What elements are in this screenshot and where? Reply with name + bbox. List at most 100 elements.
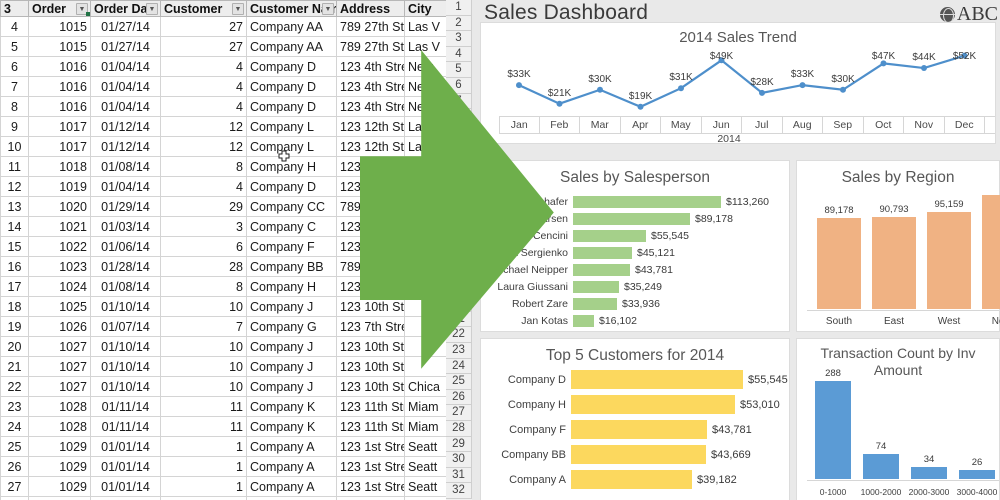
chart-panel-sales-trend[interactable]: 2014 Sales Trend $33K$21K$30K$19K$31K$49… xyxy=(480,22,996,144)
row-number-cell[interactable]: 9 xyxy=(446,125,472,141)
orders-data-sheet[interactable]: 3Order▼Order Da▼Customer▼Customer Nam▼Ad… xyxy=(0,0,446,500)
cell-customer-id[interactable]: 8 xyxy=(161,157,247,177)
cell-order[interactable]: 1015 xyxy=(29,17,91,37)
table-row[interactable]: 18102501/10/1410Company J123 10th Stree xyxy=(1,297,447,317)
cell-address[interactable]: 123 10th Stree xyxy=(337,297,405,317)
table-row[interactable]: 10101701/12/1412Company L123 12th Street… xyxy=(1,137,447,157)
table-row[interactable]: 15102201/06/146Company F123 6th Street xyxy=(1,237,447,257)
row-number-cell[interactable]: 21 xyxy=(1,357,29,377)
row-number-cell[interactable]: 26 xyxy=(446,390,472,406)
column-header-city[interactable]: City xyxy=(405,1,447,17)
cell-address[interactable]: 789 29th Stree xyxy=(337,197,405,217)
row-number-cell[interactable]: 7 xyxy=(1,77,29,97)
cell-order[interactable]: 1028 xyxy=(29,397,91,417)
cell-customer-name[interactable]: Company D xyxy=(247,57,337,77)
cell-customer-id[interactable]: 1 xyxy=(161,457,247,477)
cell-city[interactable]: Las V xyxy=(405,137,447,157)
cell-customer-id[interactable]: 8 xyxy=(161,277,247,297)
cell-order-date[interactable]: 01/10/14 xyxy=(91,297,161,317)
row-number-cell[interactable]: 20 xyxy=(1,337,29,357)
cell-customer-id[interactable]: 28 xyxy=(161,497,247,500)
cell-address[interactable]: 123 1st Street xyxy=(337,457,405,477)
row-number-cell[interactable]: 18 xyxy=(446,265,472,281)
row-number-cell[interactable]: 28 xyxy=(1,497,29,500)
row-number-cell[interactable]: 5 xyxy=(1,37,29,57)
row-number-cell[interactable]: 2 xyxy=(446,16,472,32)
cell-order[interactable]: 1022 xyxy=(29,237,91,257)
cell-address[interactable]: 123 12th Street xyxy=(337,117,405,137)
cell-city[interactable]: New xyxy=(405,77,447,97)
table-row[interactable]: 17102401/08/148Company H123 8th Street xyxy=(1,277,447,297)
table-row[interactable]: 26102901/01/141Company A123 1st StreetSe… xyxy=(1,457,447,477)
cell-address[interactable]: 123 10th Street xyxy=(337,377,405,397)
table-row[interactable]: 6101601/04/144Company D123 4th StreetNew xyxy=(1,57,447,77)
column-header-customer[interactable]: Customer▼ xyxy=(161,1,247,17)
orders-table[interactable]: 3Order▼Order Da▼Customer▼Customer Nam▼Ad… xyxy=(0,0,446,500)
row-number-cell[interactable]: 23 xyxy=(1,397,29,417)
table-row[interactable]: 7101601/04/144Company D123 4th StreetNew xyxy=(1,77,447,97)
cell-customer-id[interactable]: 12 xyxy=(161,137,247,157)
cell-order-date[interactable]: 01/04/14 xyxy=(91,77,161,97)
cell-address[interactable]: 123 6th Street xyxy=(337,237,405,257)
cell-city[interactable]: Miam xyxy=(405,417,447,437)
cell-customer-name[interactable]: Company J xyxy=(247,357,337,377)
cell-customer-name[interactable]: Company D xyxy=(247,77,337,97)
cell-city[interactable]: Las V xyxy=(405,37,447,57)
row-number-cell[interactable]: 22 xyxy=(446,327,472,343)
cell-order[interactable]: 1024 xyxy=(29,277,91,297)
table-row[interactable]: 22102701/10/1410Company J123 10th Street… xyxy=(1,377,447,397)
row-number-cell[interactable]: 1 xyxy=(446,0,472,16)
cell-city[interactable] xyxy=(405,237,447,257)
cell-city[interactable] xyxy=(405,257,447,277)
cell-city[interactable] xyxy=(405,337,447,357)
row-number-cell[interactable]: 14 xyxy=(446,203,472,219)
cell-order[interactable]: 1017 xyxy=(29,117,91,137)
row-number-cell[interactable]: 26 xyxy=(1,457,29,477)
row-number-cell[interactable]: 28 xyxy=(446,421,472,437)
cell-city[interactable]: Mem xyxy=(405,497,447,500)
row-number-cell[interactable]: 10 xyxy=(1,137,29,157)
cell-customer-id[interactable]: 10 xyxy=(161,297,247,317)
cell-order-date[interactable]: 01/01/14 xyxy=(91,477,161,497)
cell-city[interactable]: Seatt xyxy=(405,437,447,457)
cell-customer-id[interactable]: 27 xyxy=(161,17,247,37)
row-number-cell[interactable]: 27 xyxy=(446,405,472,421)
table-row[interactable]: 24102801/11/1411Company K123 11th Street… xyxy=(1,417,447,437)
cell-order[interactable]: 1021 xyxy=(29,217,91,237)
row-number-cell[interactable]: 11 xyxy=(446,156,472,172)
cell-order-date[interactable]: 01/08/14 xyxy=(91,277,161,297)
cell-order[interactable]: 1029 xyxy=(29,437,91,457)
cell-customer-name[interactable]: Company AA xyxy=(247,37,337,57)
row-number-cell[interactable]: 24 xyxy=(446,359,472,375)
cell-address[interactable]: 789 27th Street xyxy=(337,17,405,37)
table-row[interactable]: 4101501/27/1427Company AA789 27th Street… xyxy=(1,17,447,37)
row-number-cell[interactable]: 12 xyxy=(446,172,472,188)
cell-city[interactable] xyxy=(405,357,447,377)
cell-order-date[interactable]: 01/06/14 xyxy=(91,237,161,257)
cell-order-date[interactable]: 01/29/14 xyxy=(91,197,161,217)
cell-customer-id[interactable]: 10 xyxy=(161,337,247,357)
cell-order[interactable]: 1023 xyxy=(29,257,91,277)
cell-customer-name[interactable]: Company D xyxy=(247,97,337,117)
cell-order[interactable]: 1016 xyxy=(29,57,91,77)
row-number-cell[interactable]: 4 xyxy=(1,17,29,37)
cell-city[interactable] xyxy=(405,277,447,297)
row-number-cell[interactable]: 9 xyxy=(1,117,29,137)
cell-order-date[interactable]: 01/11/14 xyxy=(91,397,161,417)
cell-customer-id[interactable]: 4 xyxy=(161,97,247,117)
cell-customer-name[interactable]: Company A xyxy=(247,437,337,457)
cell-address[interactable]: 123 1st Street xyxy=(337,477,405,497)
cell-customer-id[interactable]: 12 xyxy=(161,117,247,137)
cell-customer-name[interactable]: Company A xyxy=(247,477,337,497)
row-number-cell[interactable]: 25 xyxy=(446,374,472,390)
cell-order[interactable]: 1020 xyxy=(29,197,91,217)
row-number-cell[interactable]: 18 xyxy=(1,297,29,317)
cell-customer-name[interactable]: Company J xyxy=(247,297,337,317)
cell-order-date[interactable]: 01/04/14 xyxy=(91,177,161,197)
cell-city[interactable]: Seatt xyxy=(405,457,447,477)
cell-order[interactable]: 1027 xyxy=(29,337,91,357)
column-header-address[interactable]: Address xyxy=(337,1,405,17)
row-number-cell[interactable]: 3 xyxy=(446,31,472,47)
cell-customer-name[interactable]: Company C xyxy=(247,217,337,237)
cell-address[interactable]: 123 10th Stree xyxy=(337,357,405,377)
